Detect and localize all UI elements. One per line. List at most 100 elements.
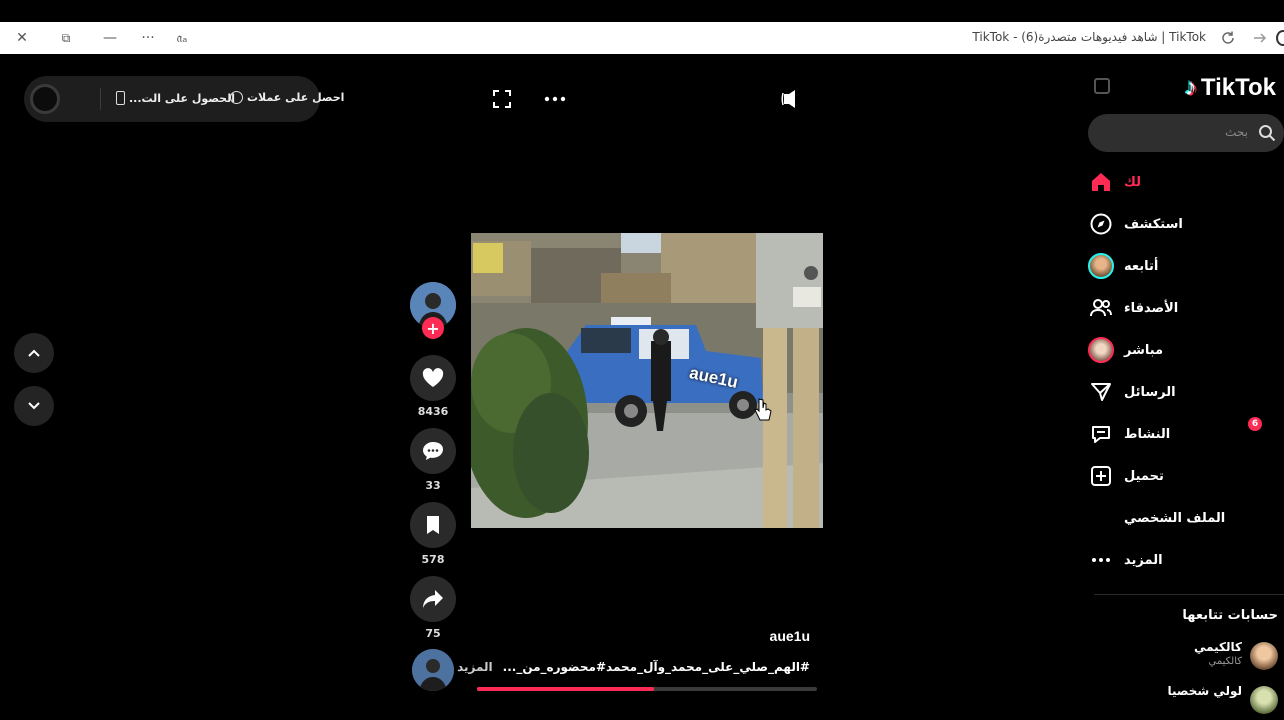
sidebar-item-label: تحميل	[1124, 468, 1164, 484]
browser-title-bar: ✕ ⧉ — ··· 𝔞ₐ TikTok | شاهد فيديوهات متصد…	[0, 22, 1284, 54]
video-description: #الهم_صلي_على_محمد_وآل_محمد#محضوره_من_..…	[457, 660, 810, 674]
account-handle: كالكيمي	[1208, 656, 1242, 667]
comment-icon	[423, 442, 443, 460]
get-coins-button[interactable]: احصل على عملات	[230, 91, 344, 104]
fullscreen-button[interactable]	[490, 87, 514, 111]
close-icon: ✕	[16, 30, 28, 46]
restore-window-button[interactable]: ⧉	[56, 28, 76, 48]
restore-icon: ⧉	[61, 30, 71, 45]
sidebar-item-upload[interactable]: تحميل	[1088, 459, 1284, 493]
video-player[interactable]: aue1u	[471, 233, 823, 528]
video-author[interactable]: aue1u	[770, 628, 810, 644]
video-more-button[interactable]	[543, 87, 567, 111]
sidebar-item-messages[interactable]: الرسائل	[1088, 375, 1284, 409]
sidebar-item-label: لك	[1124, 174, 1141, 190]
friends-icon	[1088, 295, 1114, 321]
coin-icon	[230, 91, 243, 104]
save-count: 578	[421, 553, 445, 566]
tiktok-logo[interactable]: ♪ TikTok	[1185, 74, 1276, 102]
forward-button[interactable]	[1250, 28, 1270, 48]
see-more-button[interactable]: المزيد	[457, 660, 493, 674]
follow-button[interactable]: +	[422, 317, 444, 339]
activity-icon	[1088, 421, 1114, 447]
followed-account[interactable]: لولي شخصيا	[1090, 684, 1280, 718]
speaker-icon	[781, 90, 795, 108]
following-accounts-title: حسابات تتابعها	[1182, 608, 1278, 623]
search-placeholder: بحث	[1225, 125, 1248, 139]
sidebar-item-label: الأصدقاء	[1124, 300, 1179, 316]
search-input[interactable]: بحث	[1088, 114, 1284, 152]
sidebar-item-label: الملف الشخصي	[1124, 510, 1226, 526]
sidebar-item-for-you[interactable]: لك	[1088, 165, 1284, 199]
sidebar-item-activity[interactable]: 6 النشاط	[1088, 417, 1284, 451]
profile-icon	[1088, 505, 1114, 531]
sidebar-item-profile[interactable]: الملف الشخصي	[1088, 501, 1284, 535]
search-icon[interactable]	[1258, 124, 1276, 142]
get-app-button[interactable]: الحصول على الت...	[116, 91, 235, 105]
cursor-icon	[754, 398, 772, 421]
video-progress-bar[interactable]	[477, 687, 817, 691]
sidebar-item-label: أتابعه	[1124, 258, 1159, 274]
collapse-sidebar-icon[interactable]	[1094, 78, 1110, 94]
home-icon	[1088, 169, 1114, 195]
description-text: #الهم_صلي_على_محمد_وآل_محمد#محضوره_من_..…	[502, 660, 810, 674]
next-video-button[interactable]	[14, 386, 54, 426]
share-count: 75	[425, 627, 441, 640]
avatar	[1250, 642, 1278, 670]
avatar	[1250, 686, 1278, 714]
upload-icon	[1088, 463, 1114, 489]
sidebar-item-label: استكشف	[1124, 216, 1183, 232]
get-coins-label: احصل على عملات	[247, 91, 345, 104]
phone-icon	[116, 91, 125, 105]
previous-video-button[interactable]	[14, 333, 54, 373]
share-arrow-icon	[423, 590, 443, 608]
tiktok-note-icon: ♪	[1184, 74, 1197, 101]
sidebar-item-live[interactable]: مباشر	[1088, 333, 1284, 367]
sidebar: ♪ TikTok بحث لك استكشف أتابعه الأصدقاء م…	[1084, 54, 1284, 720]
close-window-button[interactable]: ✕	[12, 28, 32, 48]
bookmark-icon	[427, 516, 439, 534]
compass-icon	[1088, 211, 1114, 237]
user-circle-icon[interactable]	[30, 84, 60, 114]
sidebar-item-label: الرسائل	[1124, 384, 1176, 400]
volume-button[interactable]	[780, 87, 804, 111]
refresh-button[interactable]	[1218, 28, 1238, 48]
minimize-window-button[interactable]: —	[100, 28, 120, 48]
send-icon	[1088, 379, 1114, 405]
sidebar-item-more[interactable]: المزيد	[1088, 543, 1284, 577]
expand-icon	[493, 90, 511, 108]
sidebar-item-label: مباشر	[1124, 342, 1164, 358]
page-title: TikTok | شاهد فيديوهات متصدرة(6) - TikTo…	[972, 30, 1206, 44]
live-avatar-icon	[1088, 337, 1114, 363]
sidebar-divider	[1094, 594, 1284, 595]
browser-more-button[interactable]: ···	[138, 28, 158, 48]
like-button[interactable]	[410, 355, 456, 401]
save-button[interactable]	[410, 502, 456, 548]
sidebar-item-label: المزيد	[1124, 552, 1163, 568]
notification-badge: 6	[1248, 417, 1262, 431]
sidebar-item-label: النشاط	[1124, 426, 1171, 442]
comment-count: 33	[425, 479, 441, 492]
profile-icon[interactable]	[1276, 30, 1284, 46]
following-avatar-icon	[1088, 253, 1114, 279]
get-app-label: الحصول على الت...	[129, 91, 235, 105]
video-frame-illustration	[471, 233, 823, 528]
sidebar-item-friends[interactable]: الأصدقاء	[1088, 291, 1284, 325]
music-disc[interactable]	[412, 649, 454, 691]
pill-divider	[100, 88, 101, 110]
arrow-right-icon	[1254, 33, 1267, 43]
read-aloud-icon: 𝔞ₐ	[176, 30, 188, 46]
followed-account[interactable]: كالكيمي كالكيمي	[1090, 640, 1280, 674]
minimize-icon: —	[103, 30, 117, 46]
heart-icon	[422, 368, 444, 387]
share-button[interactable]	[410, 576, 456, 622]
sidebar-item-explore[interactable]: استكشف	[1088, 207, 1284, 241]
logo-text: TikTok	[1200, 74, 1276, 101]
screen-top-strip	[0, 0, 1284, 22]
comment-button[interactable]	[410, 428, 456, 474]
read-aloud-button[interactable]: 𝔞ₐ	[172, 28, 192, 48]
sidebar-item-following[interactable]: أتابعه	[1088, 249, 1284, 283]
plus-icon: +	[426, 318, 440, 338]
promo-pill: الحصول على الت... احصل على عملات	[24, 76, 344, 122]
music-disc-image	[412, 649, 454, 691]
